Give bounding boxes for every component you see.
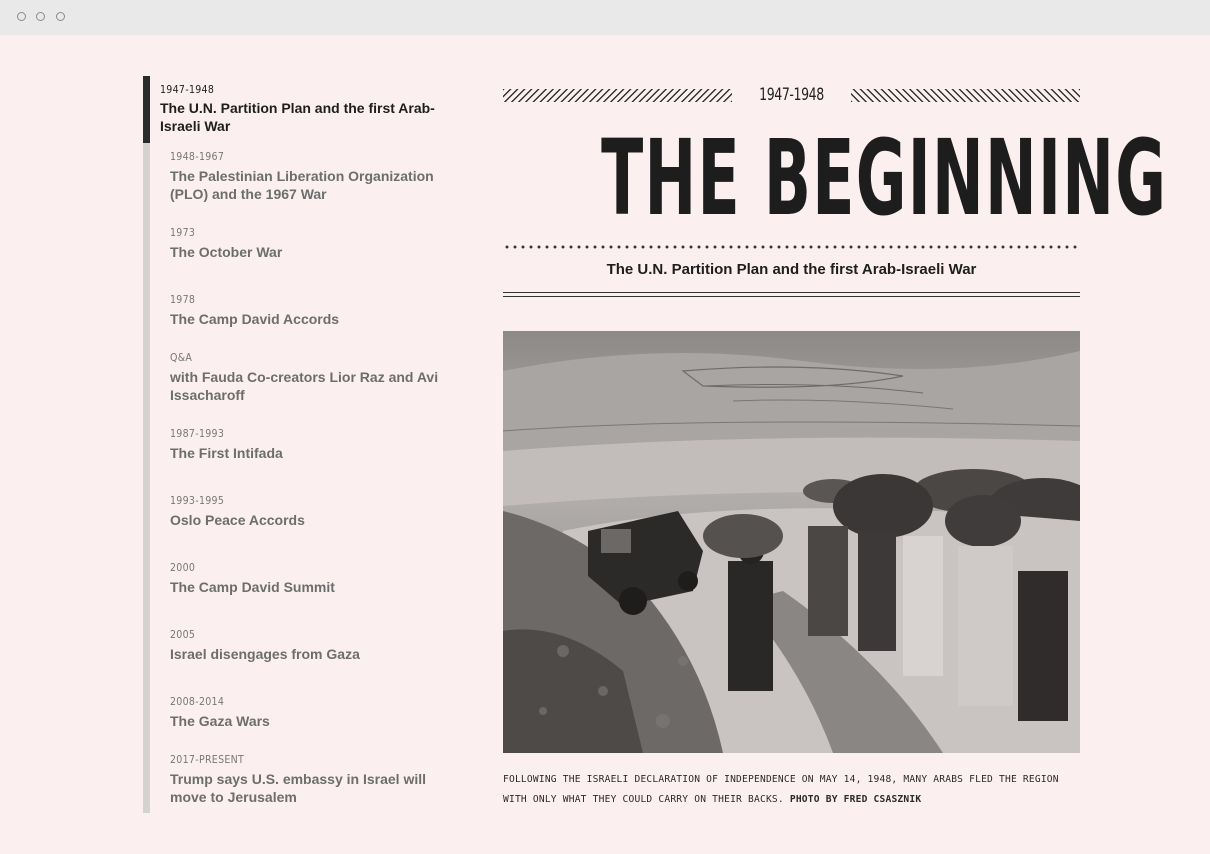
- dotted-divider: [503, 245, 1080, 249]
- timeline-item-qa[interactable]: Q&A with Fauda Co-creators Lior Raz and …: [143, 344, 443, 411]
- timeline-item-1987-1993[interactable]: 1987-1993 The First Intifada: [143, 411, 443, 478]
- timeline-item-2005[interactable]: 2005 Israel disengages from Gaza: [143, 612, 443, 679]
- photo-credit: Photo by Fred Csasznik: [789, 794, 922, 805]
- timeline-active-bar: [143, 76, 150, 143]
- timeline-title: with Fauda Co-creators Lior Raz and Avi …: [170, 369, 439, 403]
- timeline-bar: [143, 679, 150, 746]
- timeline-item-1973[interactable]: 1973 The October War: [143, 210, 443, 277]
- double-rule-divider: [503, 292, 1080, 297]
- timeline-date: 2008-2014: [170, 696, 225, 708]
- timeline-title: Israel disengages from Gaza: [170, 646, 360, 662]
- timeline-item-2000[interactable]: 2000 The Camp David Summit: [143, 545, 443, 612]
- timeline-bar: [143, 411, 150, 478]
- timeline-bar: [143, 143, 150, 210]
- timeline-date: 2005: [170, 629, 196, 641]
- timeline-item-1947-1948[interactable]: 1947-1948 The U.N. Partition Plan and th…: [143, 76, 443, 143]
- timeline-bar: [143, 210, 150, 277]
- article-main: 1947-1948 THE BEGINNING The U.N. Partiti…: [503, 85, 1166, 805]
- timeline-bar: [143, 478, 150, 545]
- timeline-item-1993-1995[interactable]: 1993-1995 Oslo Peace Accords: [143, 478, 443, 545]
- window-maximize-button[interactable]: [56, 12, 65, 21]
- timeline-item-1978[interactable]: 1978 The Camp David Accords: [143, 277, 443, 344]
- timeline-title: The U.N. Partition Plan and the first Ar…: [160, 100, 435, 134]
- timeline-date: 2017-PRESENT: [170, 754, 245, 766]
- timeline-title: The Gaza Wars: [170, 713, 270, 729]
- timeline-title: The Palestinian Liberation Organization …: [170, 168, 434, 202]
- hatch-divider-right: [851, 89, 1080, 102]
- era-header: 1947-1948: [503, 85, 1080, 109]
- caption-text: Following the Israeli declaration of ind…: [503, 774, 1059, 805]
- timeline-bar: [143, 545, 150, 612]
- window-titlebar: [0, 0, 1210, 35]
- window-close-button[interactable]: [17, 12, 26, 21]
- timeline-title: Trump says U.S. embassy in Israel will m…: [170, 771, 427, 805]
- timeline-bar: [143, 277, 150, 344]
- timeline-date: Q&A: [170, 352, 193, 364]
- timeline-bar: [143, 612, 150, 679]
- timeline-item-2008-2014[interactable]: 2008-2014 The Gaza Wars: [143, 679, 443, 746]
- article-subtitle: The U.N. Partition Plan and the first Ar…: [606, 261, 977, 278]
- timeline-date: 1973: [170, 227, 196, 239]
- timeline-title: The October War: [170, 244, 283, 260]
- photo-caption: Following the Israeli declaration of ind…: [503, 770, 1080, 810]
- timeline-title: The Camp David Summit: [170, 579, 335, 595]
- historical-photo: [503, 331, 1080, 753]
- timeline-date: 1993-1995: [170, 495, 225, 507]
- timeline-date: 1947-1948: [160, 84, 215, 96]
- timeline-title: The First Intifada: [170, 445, 283, 461]
- timeline-title: The Camp David Accords: [170, 311, 340, 327]
- timeline-bar: [143, 344, 150, 411]
- timeline-bar: [143, 746, 150, 813]
- timeline-date: 2000: [170, 562, 196, 574]
- timeline-date: 1948-1967: [170, 151, 225, 163]
- timeline-item-2017-present[interactable]: 2017-PRESENT Trump says U.S. embassy in …: [143, 746, 443, 813]
- article-headline: THE BEGINNING: [601, 117, 1168, 239]
- timeline-date: 1978: [170, 294, 196, 306]
- timeline-item-1948-1967[interactable]: 1948-1967 The Palestinian Liberation Org…: [143, 143, 443, 210]
- timeline-title: Oslo Peace Accords: [170, 512, 305, 528]
- timeline-date: 1987-1993: [170, 428, 225, 440]
- timeline-nav: 1947-1948 The U.N. Partition Plan and th…: [143, 76, 443, 813]
- window-minimize-button[interactable]: [36, 12, 45, 21]
